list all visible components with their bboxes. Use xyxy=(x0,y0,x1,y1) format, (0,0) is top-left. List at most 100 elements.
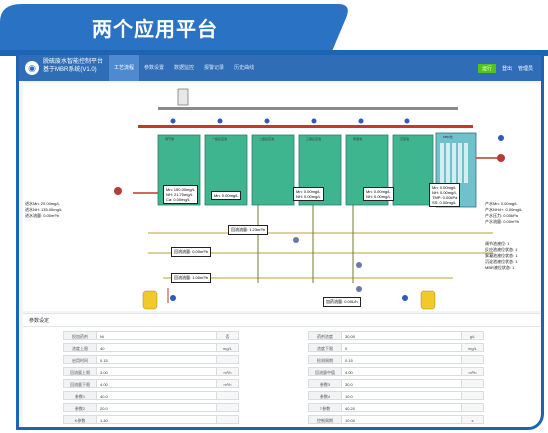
param-input[interactable]: 0 xyxy=(342,343,462,352)
tank-6 xyxy=(392,134,434,206)
param-input[interactable]: 1.40 xyxy=(97,415,217,424)
menu-item-alarms[interactable]: 报警记录 xyxy=(199,55,229,81)
param-unit xyxy=(462,403,484,412)
param-label: 浓度上限 xyxy=(63,343,97,352)
pump-icon xyxy=(498,135,504,141)
param-unit: 否 xyxy=(217,331,239,340)
param-row: 药剂浓度 30.00 g/L xyxy=(308,330,484,341)
logo-icon: ◉ xyxy=(25,61,39,75)
flow-label-2: 回流流量: 0.00m³/h xyxy=(171,247,212,257)
outlet-pump-icon xyxy=(497,154,505,162)
param-input[interactable]: 20.0 xyxy=(97,403,217,412)
return-pump-icon xyxy=(356,262,362,268)
param-row: 参数2 20.0 xyxy=(63,402,239,413)
param-label: 参数2 xyxy=(63,403,97,412)
pump-icon xyxy=(404,118,410,124)
param-row: 浓度下限 0 mg/L xyxy=(308,342,484,353)
tank-label-2: 一级反应池 xyxy=(212,136,227,141)
inlet-pump-icon xyxy=(114,187,122,195)
banner-title: 两个应用平台 xyxy=(92,19,218,41)
top-navbar: ◉ 脱硫废水智能控制平台 基于MBR系统(V1.0) 工艺流程 参数设置 数据监… xyxy=(19,55,541,81)
param-input[interactable]: 10.00 xyxy=(342,415,462,424)
param-label: 回流量下限 xyxy=(63,379,97,388)
pump-icon xyxy=(358,118,364,124)
logout-link[interactable]: 登出 xyxy=(502,65,512,72)
tank-box-5: Mn: 0.00mg/L NH: 0.00mg/L TMP: 0.00kPa S… xyxy=(429,183,461,207)
tank-3 xyxy=(251,134,295,206)
param-input[interactable]: 30.00 xyxy=(342,331,462,340)
mid-pumps xyxy=(293,237,362,292)
tank-label-6: 沉淀池 xyxy=(400,136,409,141)
param-input[interactable]: 4.00 xyxy=(97,379,217,388)
param-row: 浓度上限 40 mg/L xyxy=(63,342,239,353)
params-panel: 参数设定 投加药剂 Ni 否 浓度上限 40 mg/L 启用时间 0.15 回流量上限 3.… xyxy=(23,313,540,427)
param-input[interactable]: 40 xyxy=(97,343,217,352)
param-input[interactable]: Ni xyxy=(97,331,217,340)
param-row: 参数1 40.0 xyxy=(63,390,239,401)
param-row: 回流量上限 3.00 m³/h xyxy=(63,366,239,377)
param-input[interactable]: 4.00 xyxy=(342,367,462,376)
tank-box-3-line: NH: 0.00mg/L xyxy=(296,194,321,199)
param-row: 回流量中值 4.00 m³/h xyxy=(308,366,484,377)
param-row: 检测周期 0.15 xyxy=(308,354,484,365)
flow-label-4: 加药流量: 0.00L/h xyxy=(323,297,361,307)
menu-item-history[interactable]: 历史曲线 xyxy=(229,55,259,81)
params-title: 参数设定 xyxy=(29,318,50,324)
banner: 两个应用平台 xyxy=(0,0,548,56)
pump-station-right xyxy=(497,135,505,162)
param-unit xyxy=(217,415,239,424)
tank-box-1: Mn: 150.00mg/L NH: 21.70mg/L Ca: 0.00mg/… xyxy=(163,185,198,204)
param-input[interactable]: 3.00 xyxy=(97,367,217,376)
menu-item-params[interactable]: 参数设置 xyxy=(139,55,169,81)
tank-label-mbr: MBR池 xyxy=(443,134,453,139)
status-readout: 调节池液位: 1 反应池液位状态: 1 絮凝池液位状态: 1 沉淀池液位状态: … xyxy=(485,241,517,271)
nav-right: 运行 登出 管理员 xyxy=(477,55,533,81)
outlet-readout: 产水Mn: 0.00mg/L 产水NH4+: 0.00mg/L 产水压力: 0.… xyxy=(485,201,522,225)
param-label: 浓度下限 xyxy=(308,343,342,352)
user-link[interactable]: 管理员 xyxy=(518,65,533,72)
tank-label-4: 三级反应池 xyxy=(306,136,321,141)
param-unit: m³/h xyxy=(462,367,484,376)
param-input[interactable]: 30.0 xyxy=(342,379,462,388)
pump-station-left xyxy=(114,187,122,195)
param-input[interactable]: 0.15 xyxy=(342,355,462,364)
param-input[interactable]: 40.20 xyxy=(342,403,462,412)
param-row: 参数4 10.0 xyxy=(308,390,484,401)
app-title-block: 脱硫废水智能控制平台 基于MBR系统(V1.0) xyxy=(43,58,103,74)
tank-box-5-line: SS: 0.00mg/L xyxy=(432,200,457,205)
param-label: 回流量上限 xyxy=(63,367,97,376)
dosing-pump-icon xyxy=(356,286,362,292)
param-row: K参数 1.40 xyxy=(63,414,239,425)
param-unit: m³/h xyxy=(217,379,239,388)
param-input[interactable]: 0.15 xyxy=(97,355,217,364)
membrane-3 xyxy=(452,143,456,183)
param-unit xyxy=(217,391,239,400)
membrane-4 xyxy=(458,143,462,183)
param-label: 参数3 xyxy=(308,379,342,388)
param-row: 参数3 30.0 xyxy=(308,378,484,389)
menu-item-monitor[interactable]: 数据监控 xyxy=(169,55,199,81)
divider xyxy=(23,326,540,327)
param-label: 控制周期 xyxy=(308,415,342,424)
param-input[interactable]: 40.0 xyxy=(97,391,217,400)
menu-item-process[interactable]: 工艺流程 xyxy=(109,55,140,81)
banner-tab-shape xyxy=(0,4,548,56)
dosing-pumps xyxy=(170,118,410,124)
drum-icon xyxy=(142,290,158,310)
param-unit: m³/h xyxy=(217,367,239,376)
param-unit: mg/L xyxy=(462,343,484,352)
param-label: 参数4 xyxy=(308,391,342,400)
membrane-1 xyxy=(440,143,444,183)
run-status-button[interactable]: 运行 xyxy=(477,63,496,73)
param-unit: g/L xyxy=(462,331,484,340)
param-label: 投加药剂 xyxy=(63,331,97,340)
tank-box-2: Mn: 0.00mg/L xyxy=(211,191,242,200)
tank-label-3: 二级反应池 xyxy=(259,136,274,141)
tank-box-2-line: Mn: 0.00mg/L xyxy=(214,193,239,198)
pump-icon xyxy=(402,295,408,301)
param-input[interactable]: 10.0 xyxy=(342,391,462,400)
tank-label-1: 调节池 xyxy=(165,136,174,141)
param-label: 启用时间 xyxy=(63,355,97,364)
top-pipe xyxy=(158,107,458,110)
app-subtitle: 基于MBR系统(V1.0) xyxy=(43,67,97,73)
